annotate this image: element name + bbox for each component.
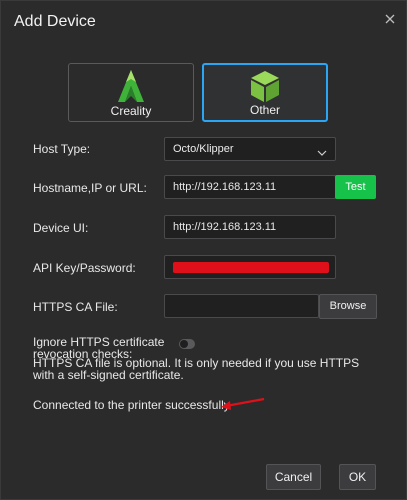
connection-status: Connected to the printer successfully	[33, 398, 230, 412]
ignore-revocation-toggle[interactable]	[179, 339, 195, 349]
device-ui-input[interactable]: http://192.168.123.11	[164, 215, 336, 239]
https-ca-input[interactable]	[164, 294, 319, 318]
cancel-button[interactable]: Cancel	[266, 464, 321, 490]
host-type-label: Host Type:	[33, 142, 91, 156]
annotation-arrow-icon	[218, 393, 266, 413]
chevron-down-icon	[317, 144, 327, 156]
device-type-label: Other	[249, 103, 280, 117]
api-key-label: API Key/Password:	[33, 261, 136, 275]
dialog-title: Add Device	[14, 13, 96, 30]
device-type-other[interactable]: Other	[202, 63, 328, 122]
hostname-label: Hostname,IP or URL:	[33, 181, 147, 195]
host-type-value: Octo/Klipper	[173, 143, 234, 155]
https-ca-label: HTTPS CA File:	[33, 300, 118, 314]
browse-button[interactable]: Browse	[319, 294, 377, 319]
add-device-dialog: Add Device Creality Other Host Type: Oct…	[0, 0, 407, 500]
creality-logo-icon	[69, 68, 193, 104]
host-type-select[interactable]: Octo/Klipper	[164, 137, 336, 161]
ok-button[interactable]: OK	[339, 464, 376, 490]
test-button[interactable]: Test	[335, 175, 376, 199]
redaction-mark	[173, 262, 329, 273]
close-icon[interactable]	[384, 13, 396, 25]
device-type-creality[interactable]: Creality	[68, 63, 194, 122]
device-type-label: Creality	[110, 104, 152, 118]
device-ui-label: Device UI:	[33, 221, 89, 235]
https-ca-note: HTTPS CA file is optional. It is only ne…	[33, 356, 360, 382]
hostname-input[interactable]: http://192.168.123.11	[164, 175, 336, 199]
cube-icon	[204, 69, 326, 105]
toggle-knob	[180, 340, 188, 348]
